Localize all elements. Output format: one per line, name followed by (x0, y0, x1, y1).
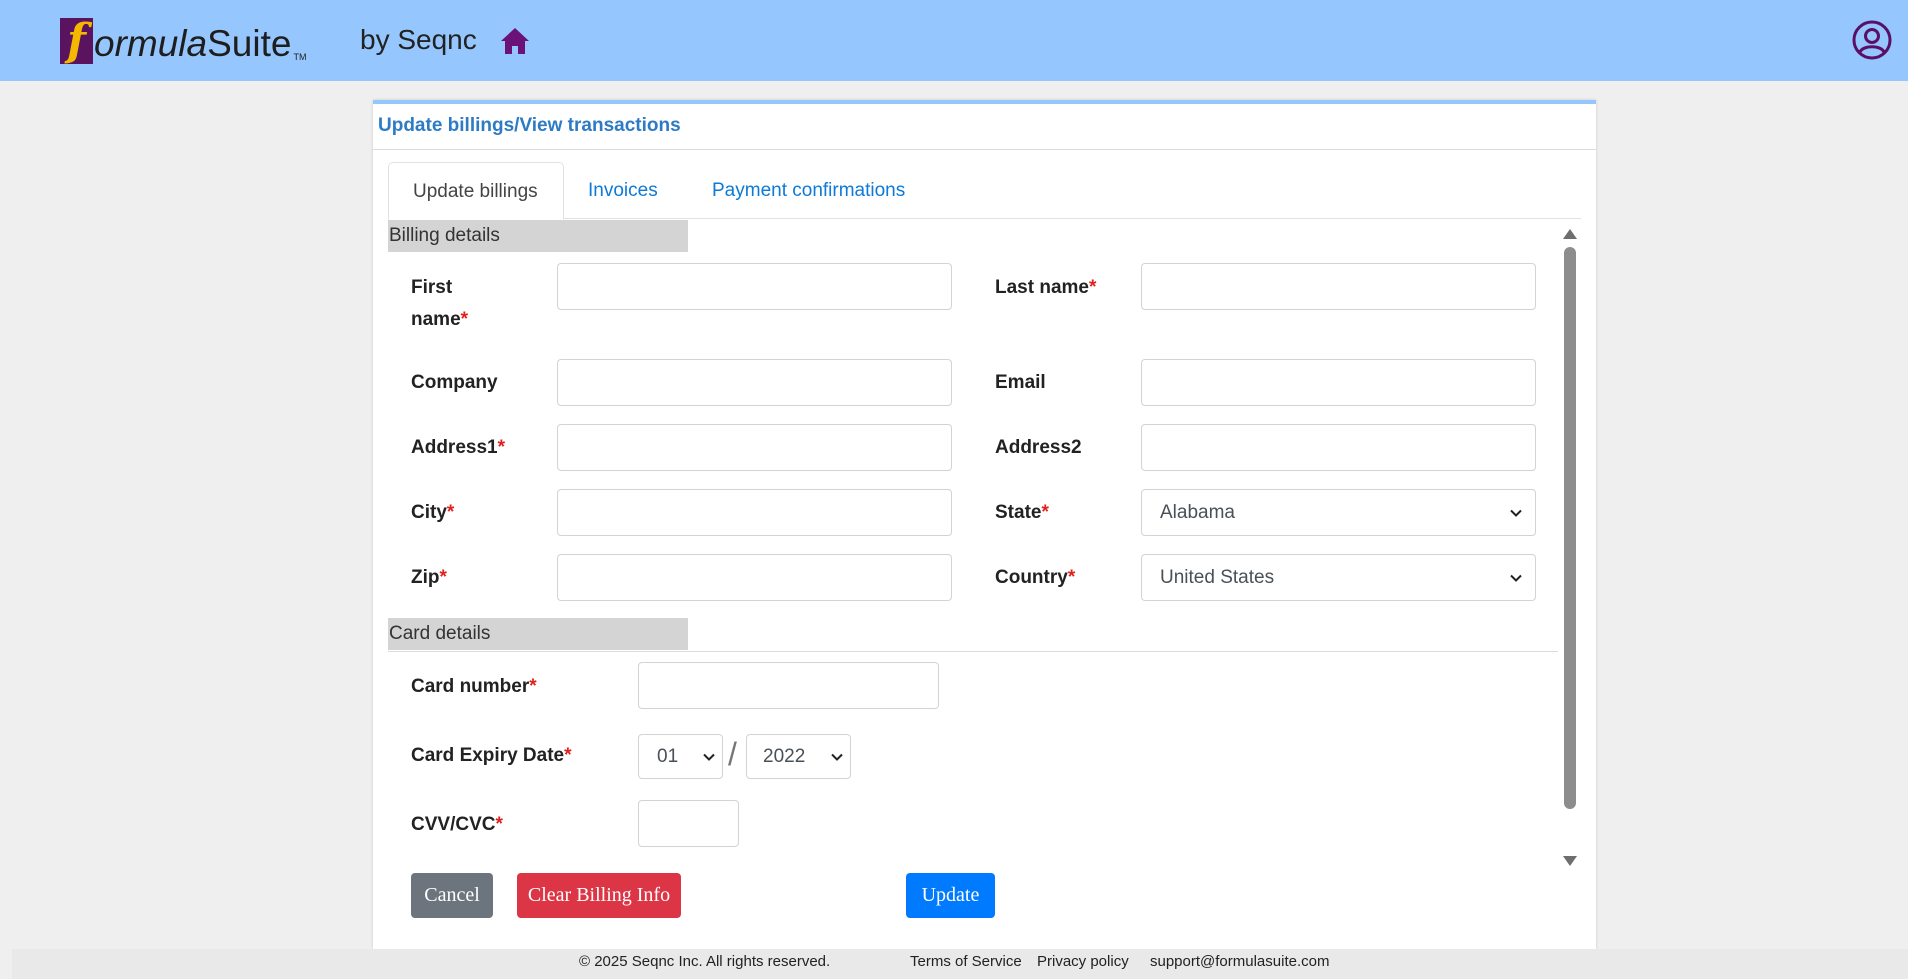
expiry-year-value: 2022 (763, 746, 806, 767)
country-label: Country* (995, 562, 1075, 594)
email-input[interactable] (1141, 359, 1536, 406)
address2-input[interactable] (1141, 424, 1536, 471)
state-select[interactable]: Alabama (1141, 489, 1536, 536)
address1-label: Address1* (411, 432, 505, 464)
panel-divider (373, 149, 1596, 150)
required-marker: * (497, 437, 506, 458)
required-marker: * (1088, 277, 1097, 298)
last-name-input[interactable] (1141, 263, 1536, 310)
state-select-value: Alabama (1160, 502, 1235, 523)
address1-input[interactable] (557, 424, 952, 471)
expiry-month-value: 01 (657, 746, 679, 767)
cvv-label-text: CVV/CVC (411, 814, 496, 835)
card-number-label-text: Card number (411, 676, 530, 697)
required-marker: * (529, 676, 537, 697)
tab-invoices[interactable]: Invoices (564, 162, 682, 219)
billing-panel: Update billings/View transactions Update… (373, 100, 1596, 949)
zip-label-text: Zip (411, 567, 440, 588)
city-input[interactable] (557, 489, 952, 536)
first-name-label-line1: First (411, 277, 453, 298)
billing-details-heading: Billing details (388, 220, 688, 252)
country-label-text: Country (995, 567, 1068, 588)
formulasuite-logo[interactable]: f ormulaSuite TM (60, 18, 306, 64)
state-label-text: State (995, 502, 1042, 523)
panel-title: Update billings/View transactions (378, 115, 681, 136)
card-number-input[interactable] (638, 662, 939, 709)
tab-update-billings[interactable]: Update billings (388, 162, 564, 220)
chevron-down-icon (831, 753, 843, 761)
card-number-label: Card number* (411, 671, 537, 703)
cancel-button[interactable]: Cancel (411, 873, 493, 918)
home-icon[interactable] (499, 26, 531, 56)
country-select[interactable]: United States (1141, 554, 1536, 601)
scroll-down-arrow[interactable] (1563, 856, 1577, 866)
top-navbar: f ormulaSuite TM by Seqnc (0, 0, 1908, 81)
clear-billing-info-button[interactable]: Clear Billing Info (517, 873, 681, 918)
last-name-label-text: Last name (995, 277, 1089, 298)
update-button[interactable]: Update (906, 873, 995, 918)
required-marker: * (446, 502, 455, 523)
chevron-down-icon (703, 753, 715, 761)
zip-label: Zip* (411, 562, 447, 594)
tab-bar: Update billings Invoices Payment confirm… (388, 162, 1581, 220)
email-label: Email (995, 372, 1046, 393)
first-name-label-text: name (411, 309, 461, 330)
first-name-input[interactable] (557, 263, 952, 310)
cvv-label: CVV/CVC* (411, 809, 503, 841)
last-name-label: Last name* (995, 272, 1096, 304)
logo-word-italic: ormula (94, 23, 208, 64)
tab-payment-confirmations[interactable]: Payment confirmations (688, 162, 929, 219)
required-marker: * (1067, 567, 1076, 588)
footer-terms-link[interactable]: Terms of Service (910, 953, 1022, 970)
card-expiry-label: Card Expiry Date* (411, 740, 572, 772)
first-name-label-line2: name* (411, 304, 468, 336)
city-label: City* (411, 497, 454, 529)
zip-input[interactable] (557, 554, 952, 601)
logo-f-mark: f (60, 18, 93, 64)
cvv-input[interactable] (638, 800, 739, 847)
footer-copyright: © 2025 Seqnc Inc. All rights reserved. (579, 953, 831, 970)
logo-trademark: TM (293, 52, 307, 62)
logo-wordmark: ormulaSuite (94, 24, 291, 64)
card-details-heading: Card details (388, 618, 688, 650)
scroll-up-arrow[interactable] (1563, 229, 1577, 239)
footer-support-email[interactable]: support@formulasuite.com (1150, 953, 1329, 970)
state-label: State* (995, 497, 1049, 529)
expiry-month-select[interactable]: 01 (638, 734, 723, 779)
country-select-value: United States (1160, 567, 1275, 588)
card-expiry-label-text: Card Expiry Date (411, 745, 565, 766)
city-label-text: City (411, 502, 447, 523)
chevron-down-icon (1510, 509, 1522, 517)
address2-label: Address2 (995, 437, 1082, 458)
user-circle-icon[interactable] (1852, 20, 1892, 60)
required-marker: * (495, 814, 503, 835)
card-details-divider (388, 651, 1558, 652)
required-marker: * (1041, 502, 1049, 523)
byline: by Seqnc (360, 24, 477, 55)
company-label: Company (411, 372, 498, 393)
first-name-label: First name* (411, 272, 468, 336)
expiry-separator: / (728, 736, 737, 772)
required-marker: * (439, 567, 447, 588)
scrollbar-thumb[interactable] (1564, 247, 1576, 809)
page-footer: © 2025 Seqnc Inc. All rights reserved. T… (12, 949, 1908, 979)
required-marker: * (460, 309, 469, 330)
footer-privacy-link[interactable]: Privacy policy (1037, 953, 1129, 970)
company-input[interactable] (557, 359, 952, 406)
expiry-year-select[interactable]: 2022 (746, 734, 851, 779)
logo-word-plain: Suite (207, 23, 292, 64)
address1-label-text: Address1 (411, 437, 498, 458)
required-marker: * (564, 745, 572, 766)
chevron-down-icon (1510, 574, 1522, 582)
